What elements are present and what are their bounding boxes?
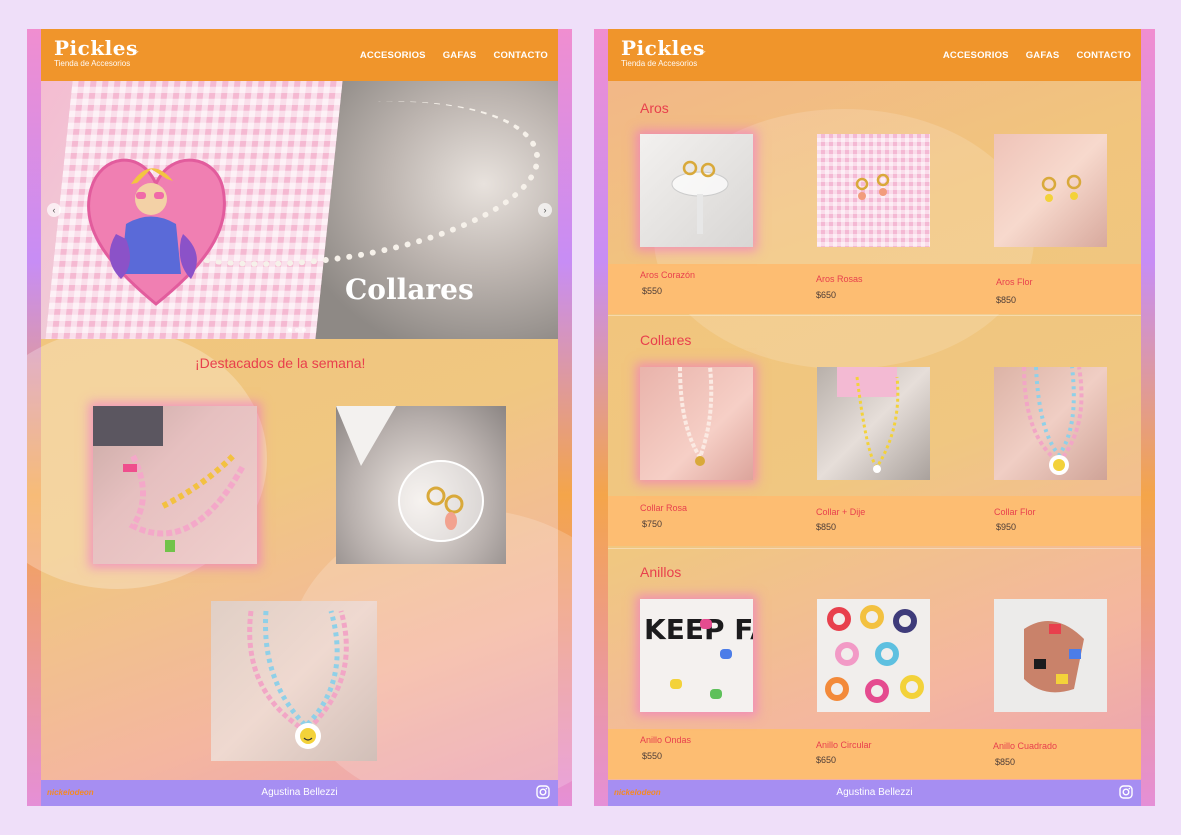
featured-product-1[interactable] bbox=[93, 406, 257, 564]
product-name[interactable]: Collar Rosa bbox=[640, 503, 687, 513]
nav-item-gafas[interactable]: GAFAS bbox=[1026, 50, 1060, 61]
top-navbar: Pickles Tienda de Accesorios ✧ ACCESORIO… bbox=[608, 29, 1141, 81]
carousel-prev-button[interactable]: ‹ bbox=[47, 203, 61, 217]
beaded-necklace-image bbox=[93, 406, 246, 552]
page-footer: nickelodeon Agustina Bellezzi bbox=[608, 780, 1141, 806]
product-price: $650 bbox=[816, 755, 837, 765]
nav-item-contacto[interactable]: CONTACTO bbox=[1076, 50, 1131, 61]
product-price: $650 bbox=[816, 290, 837, 300]
product-name[interactable]: Anillo Circular bbox=[816, 740, 872, 750]
carousel-dot-2[interactable] bbox=[295, 328, 299, 332]
earrings-photo bbox=[1041, 174, 1082, 202]
product-image-collar-rosa[interactable] bbox=[640, 367, 753, 480]
carousel-indicators bbox=[288, 328, 306, 332]
product-image-aros-rosas[interactable] bbox=[817, 134, 930, 247]
product-price: $850 bbox=[995, 757, 1016, 767]
necklace-photo bbox=[837, 367, 900, 473]
brand-logo[interactable]: Pickles Tienda de Accesorios ✧ bbox=[54, 36, 140, 68]
nav-item-gafas[interactable]: GAFAS bbox=[443, 50, 477, 61]
nav-item-accesorios[interactable]: ACCESORIOS bbox=[360, 50, 426, 61]
product-name[interactable]: Anillo Cuadrado bbox=[993, 741, 1057, 751]
product-name[interactable]: Aros Flor bbox=[996, 277, 1033, 287]
carousel-next-button[interactable]: › bbox=[538, 203, 552, 217]
brand-tagline: Tienda de Accesorios bbox=[621, 59, 698, 68]
section-divider bbox=[608, 315, 1141, 316]
footer-author: Agustina Bellezzi bbox=[261, 787, 338, 798]
instagram-icon[interactable] bbox=[536, 785, 550, 799]
keep-fashion-text: KEEP FASHION bbox=[644, 613, 753, 646]
product-image-anillo-circular[interactable] bbox=[817, 599, 930, 712]
brand-name: Pickles bbox=[54, 36, 138, 60]
section-title-collares: Collares bbox=[640, 332, 692, 348]
product-name[interactable]: Aros Corazón bbox=[640, 270, 695, 280]
brand-tagline: Tienda de Accesorios bbox=[54, 59, 131, 68]
carousel-dot-3[interactable] bbox=[302, 328, 306, 332]
brand-logo[interactable]: Pickles Tienda de Accesorios ✧ bbox=[621, 36, 707, 68]
featured-product-3[interactable] bbox=[211, 601, 377, 761]
product-image-aros-corazon[interactable] bbox=[640, 134, 753, 247]
product-price: $950 bbox=[996, 522, 1017, 532]
top-navbar: Pickles Tienda de Accesorios ✧ ACCESORIO… bbox=[41, 29, 558, 81]
hero-carousel: Collares ‹ › bbox=[41, 81, 558, 339]
product-price: $550 bbox=[642, 751, 663, 761]
product-name[interactable]: Aros Rosas bbox=[816, 274, 863, 284]
featured-section-title: ¡Destacados de la semana! bbox=[195, 355, 366, 371]
carousel-dot-1[interactable] bbox=[288, 328, 292, 332]
hero-caption: Collares bbox=[345, 273, 474, 306]
brand-name: Pickles bbox=[621, 36, 705, 60]
product-price: $550 bbox=[642, 286, 663, 296]
product-price: $750 bbox=[642, 519, 663, 529]
necklace-photo bbox=[1022, 367, 1084, 475]
product-info-band bbox=[608, 496, 1141, 546]
product-image-collar-dije[interactable] bbox=[817, 367, 930, 480]
sparkle-icon: ✧ bbox=[699, 47, 707, 57]
earrings-photo bbox=[855, 173, 890, 200]
product-image-collar-flor[interactable] bbox=[994, 367, 1107, 480]
section-title-aros: Aros bbox=[640, 100, 669, 116]
rings-photo bbox=[825, 605, 924, 703]
nav-item-contacto[interactable]: CONTACTO bbox=[493, 50, 548, 61]
product-image-anillo-ondas[interactable]: KEEP FASHION bbox=[640, 599, 753, 712]
left-decor-stripe bbox=[594, 29, 608, 806]
rings-photo bbox=[1024, 621, 1084, 693]
product-image-aros-flor[interactable] bbox=[994, 134, 1107, 247]
section-title-anillos: Anillos bbox=[640, 564, 682, 580]
earrings-photo bbox=[671, 160, 729, 234]
necklace-photo bbox=[678, 367, 714, 466]
product-image-anillo-cuadrado[interactable] bbox=[994, 599, 1107, 712]
product-name[interactable]: Collar + Dije bbox=[816, 507, 865, 517]
section-divider bbox=[608, 548, 1141, 549]
product-name[interactable]: Collar Flor bbox=[994, 507, 1036, 517]
glass-earrings-image bbox=[336, 406, 484, 542]
right-decor-stripe bbox=[1141, 29, 1155, 806]
product-name[interactable]: Anillo Ondas bbox=[640, 735, 691, 745]
angelica-heart-illustration bbox=[87, 158, 226, 306]
nav-item-accesorios[interactable]: ACCESORIOS bbox=[943, 50, 1009, 61]
footer-author: Agustina Bellezzi bbox=[836, 787, 913, 798]
rings-photo: KEEP FASHION bbox=[644, 613, 753, 699]
product-price: $850 bbox=[996, 295, 1017, 305]
nav-menu: ACCESORIOS GAFAS CONTACTO bbox=[943, 29, 1131, 81]
home-page-mockup: Pickles Tienda de Accesorios ✧ ACCESORIO… bbox=[27, 29, 572, 806]
featured-product-2[interactable] bbox=[336, 406, 506, 564]
nav-menu: ACCESORIOS GAFAS CONTACTO bbox=[360, 29, 548, 81]
page-footer: nickelodeon Agustina Bellezzi bbox=[41, 780, 558, 806]
product-price: $850 bbox=[816, 522, 837, 532]
catalog-page-mockup: Pickles Tienda de Accesorios ✧ ACCESORIO… bbox=[594, 29, 1155, 806]
smiley-necklace-image bbox=[247, 610, 349, 749]
instagram-icon[interactable] bbox=[1119, 785, 1133, 799]
sparkle-icon: ✧ bbox=[132, 47, 140, 57]
